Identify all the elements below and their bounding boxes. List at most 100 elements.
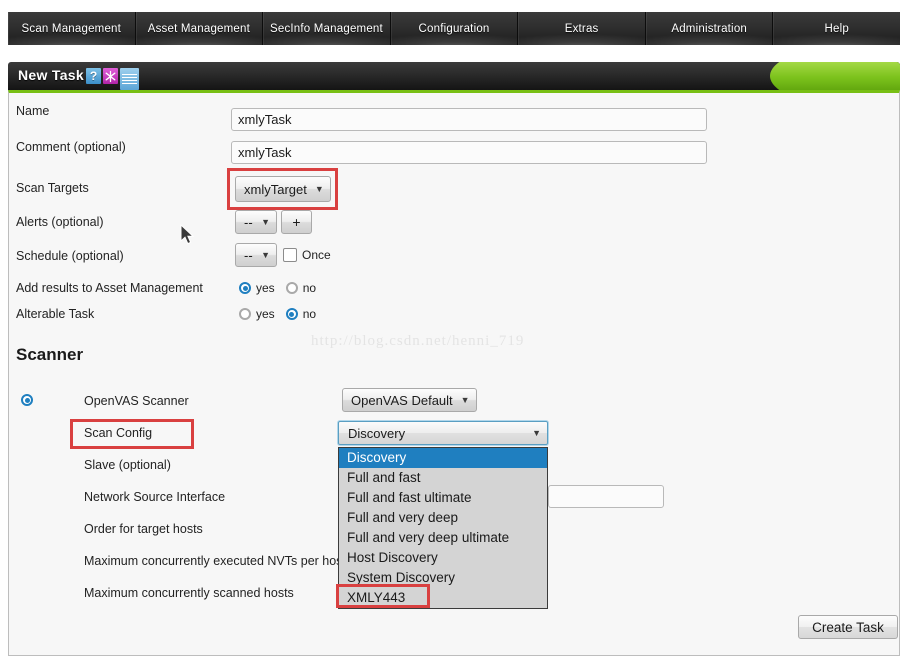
- nav-tab-asset-management[interactable]: Asset Management: [135, 12, 264, 45]
- titlebar-green-accent: [770, 62, 900, 90]
- list-icon-line: [122, 82, 137, 85]
- chevron-down-icon: ▼: [261, 250, 270, 260]
- schedule-value: --: [244, 247, 253, 263]
- alerts-select[interactable]: -- ▼: [235, 210, 277, 234]
- section-titlebar: New Task: [8, 62, 900, 90]
- scan-targets-select[interactable]: xmlyTarget ▼: [235, 176, 331, 202]
- dropdown-option-label: Full and fast ultimate: [347, 490, 472, 505]
- add-alert-button[interactable]: +: [281, 210, 312, 234]
- field-row-order-target-hosts: Order for target hosts: [84, 522, 203, 536]
- scan-targets-value: xmlyTarget: [244, 181, 307, 197]
- add-results-no-radio[interactable]: [285, 282, 298, 294]
- dropdown-option-system-discovery[interactable]: System Discovery: [339, 568, 547, 588]
- chevron-down-icon: ▼: [261, 217, 270, 227]
- chevron-down-icon: ▼: [314, 184, 324, 194]
- dropdown-option-discovery[interactable]: Discovery: [339, 448, 547, 468]
- nav-tab-label: Extras: [564, 22, 599, 35]
- list-icon-line: [122, 79, 137, 82]
- schedule-label: Schedule (optional): [16, 249, 124, 263]
- create-task-button[interactable]: Create Task: [798, 615, 898, 639]
- chevron-down-icon: ▼: [532, 428, 541, 438]
- nav-tab-configuration[interactable]: Configuration: [390, 12, 519, 45]
- dropdown-option-full-and-very-deep[interactable]: Full and very deep: [339, 508, 547, 528]
- field-row-add-results: Add results to Asset Management: [16, 281, 203, 295]
- nav-tab-help[interactable]: Help: [773, 12, 901, 45]
- network-source-interface-label: Network Source Interface: [84, 490, 226, 504]
- add-results-yes-radio[interactable]: [239, 282, 251, 294]
- slave-label: Slave (optional): [84, 458, 171, 472]
- network-source-interface-input[interactable]: [548, 485, 664, 508]
- help-icon[interactable]: ?: [86, 68, 101, 84]
- name-label: Name: [16, 104, 50, 118]
- dropdown-option-label: Host Discovery: [347, 550, 438, 565]
- name-input[interactable]: [231, 108, 707, 131]
- alerts-label: Alerts (optional): [16, 215, 104, 229]
- list-icon[interactable]: [120, 68, 139, 90]
- schedule-once-label: Once: [302, 248, 331, 262]
- order-target-hosts-label: Order for target hosts: [84, 522, 203, 536]
- field-row-max-nvts: Maximum concurrently executed NVTs per h…: [84, 554, 346, 568]
- alterable-yes-radio[interactable]: [239, 308, 251, 320]
- list-icon-line: [122, 76, 137, 79]
- scanner-section-heading: Scanner: [16, 345, 84, 364]
- help-icon-glyph: ?: [89, 69, 98, 83]
- nav-tab-administration[interactable]: Administration: [645, 12, 774, 45]
- max-nvts-label: Maximum concurrently executed NVTs per h…: [84, 554, 346, 568]
- comment-label: Comment (optional): [16, 140, 126, 154]
- dropdown-option-label: Full and fast: [347, 470, 421, 485]
- schedule-once-group: Once: [283, 248, 331, 262]
- scan-targets-label: Scan Targets: [16, 181, 89, 195]
- alterable-label: Alterable Task: [16, 307, 95, 321]
- add-results-label: Add results to Asset Management: [16, 281, 203, 295]
- page-title: New Task: [18, 67, 84, 83]
- openvas-scanner-label: OpenVAS Scanner: [84, 394, 189, 408]
- nav-tab-label: SecInfo Management: [269, 22, 383, 35]
- field-row-schedule: Schedule (optional): [16, 249, 124, 263]
- dropdown-option-label: XMLY443: [347, 590, 406, 605]
- nav-tab-label: Configuration: [418, 22, 490, 35]
- nav-tab-label: Help: [824, 22, 849, 35]
- dropdown-option-label: Full and very deep ultimate: [347, 530, 510, 545]
- add-results-radio-group: yes no: [239, 281, 316, 295]
- openvas-scanner-value: OpenVAS Default: [351, 392, 453, 408]
- schedule-once-checkbox[interactable]: [283, 248, 297, 262]
- dropdown-option-label: Full and very deep: [347, 510, 459, 525]
- titlebar-icon-group: ?: [86, 68, 139, 90]
- nav-tab-label: Administration: [671, 22, 748, 35]
- field-row-scan-config: Scan Config: [84, 426, 152, 440]
- field-row-scan-targets: Scan Targets: [16, 181, 89, 195]
- dropdown-option-host-discovery[interactable]: Host Discovery: [339, 548, 547, 568]
- dropdown-option-full-and-very-deep-ultimate[interactable]: Full and very deep ultimate: [339, 528, 547, 548]
- add-results-no-label: no: [302, 281, 317, 295]
- schedule-select[interactable]: -- ▼: [235, 243, 277, 267]
- list-icon-line: [122, 73, 137, 76]
- field-row-max-hosts: Maximum concurrently scanned hosts: [84, 586, 294, 600]
- new-icon[interactable]: [103, 68, 118, 84]
- field-row-comment: Comment (optional): [16, 140, 126, 154]
- dropdown-option-full-and-fast-ultimate[interactable]: Full and fast ultimate: [339, 488, 547, 508]
- nav-tab-label: Asset Management: [147, 22, 250, 35]
- field-row-slave: Slave (optional): [84, 458, 171, 472]
- nav-tab-secinfo-management[interactable]: SecInfo Management: [263, 12, 391, 45]
- add-alert-label: +: [292, 214, 301, 230]
- dropdown-option-label: System Discovery: [347, 570, 456, 585]
- dropdown-option-full-and-fast[interactable]: Full and fast: [339, 468, 547, 488]
- comment-input[interactable]: [231, 141, 707, 164]
- alterable-no-radio[interactable]: [285, 308, 298, 320]
- scan-config-select[interactable]: Discovery ▼: [338, 421, 548, 445]
- nav-tab-scan-management[interactable]: Scan Management: [8, 12, 136, 45]
- scan-config-dropdown-list: Discovery Full and fast Full and fast ul…: [338, 447, 548, 609]
- dropdown-option-label: Discovery: [347, 450, 407, 465]
- dropdown-option-xmly443[interactable]: XMLY443: [339, 588, 547, 608]
- field-row-alerts: Alerts (optional): [16, 215, 104, 229]
- alerts-value: --: [244, 214, 253, 230]
- openvas-scanner-select[interactable]: OpenVAS Default ▼: [342, 388, 477, 412]
- field-row-alterable: Alterable Task: [16, 307, 94, 321]
- nav-tab-extras[interactable]: Extras: [518, 12, 646, 45]
- scan-config-label: Scan Config: [84, 426, 153, 440]
- field-row-name: Name: [16, 104, 49, 118]
- openvas-scanner-radio[interactable]: [21, 394, 33, 406]
- field-row-network-source-interface: Network Source Interface: [84, 490, 225, 504]
- openvas-scanner-radio-wrap: [21, 394, 33, 406]
- field-row-openvas-scanner: OpenVAS Scanner: [84, 394, 189, 408]
